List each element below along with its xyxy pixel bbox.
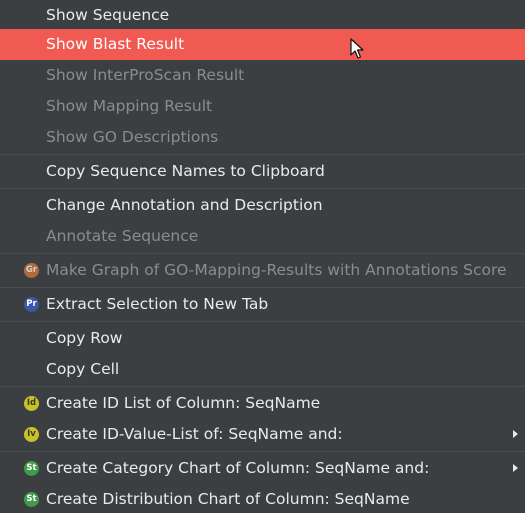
- menu-separator: [0, 386, 525, 387]
- menu-item-create-distribution-chart[interactable]: St Create Distribution Chart of Column: …: [0, 484, 525, 513]
- menu-item-label: Make Graph of GO-Mapping-Results with An…: [46, 261, 507, 279]
- menu-item-label: Create Category Chart of Column: SeqName…: [46, 459, 430, 477]
- menu-separator: [0, 451, 525, 452]
- project-icon: Pr: [24, 297, 39, 312]
- menu-separator: [0, 321, 525, 322]
- menu-item-show-interproscan-result: Show InterProScan Result: [0, 60, 525, 91]
- menu-item-copy-sequence-names[interactable]: Copy Sequence Names to Clipboard: [0, 156, 525, 187]
- mouse-pointer-icon: [350, 38, 364, 59]
- menu-item-label: Show Blast Result: [46, 35, 185, 53]
- menu-item-show-go-descriptions: Show GO Descriptions: [0, 122, 525, 153]
- id-list-icon: Id: [24, 396, 39, 411]
- menu-item-copy-cell[interactable]: Copy Cell: [0, 354, 525, 385]
- chevron-right-icon: [513, 430, 518, 438]
- menu-separator: [0, 188, 525, 189]
- menu-item-create-category-chart[interactable]: St Create Category Chart of Column: SeqN…: [0, 453, 525, 484]
- menu-item-label: Show Sequence: [46, 6, 170, 24]
- menu-item-label: Annotate Sequence: [46, 227, 199, 245]
- menu-item-make-graph: Gr Make Graph of GO-Mapping-Results with…: [0, 255, 525, 286]
- menu-item-label: Create Distribution Chart of Column: Seq…: [46, 490, 410, 508]
- menu-item-label: Create ID-Value-List of: SeqName and:: [46, 425, 343, 443]
- menu-item-label: Copy Sequence Names to Clipboard: [46, 162, 325, 180]
- chevron-right-icon: [513, 464, 518, 472]
- menu-item-label: Extract Selection to New Tab: [46, 295, 269, 313]
- menu-item-show-blast-result[interactable]: Show Blast Result: [0, 29, 525, 60]
- menu-item-create-id-list[interactable]: Id Create ID List of Column: SeqName: [0, 388, 525, 419]
- menu-separator: [0, 253, 525, 254]
- menu-separator: [0, 154, 525, 155]
- menu-item-label: Show Mapping Result: [46, 97, 213, 115]
- graph-icon: Gr: [24, 263, 39, 278]
- menu-item-label: Show InterProScan Result: [46, 66, 245, 84]
- menu-item-change-annotation[interactable]: Change Annotation and Description: [0, 190, 525, 221]
- id-value-list-icon: Iv: [24, 427, 39, 442]
- menu-item-create-id-value-list[interactable]: Iv Create ID-Value-List of: SeqName and:: [0, 419, 525, 450]
- menu-item-label: Change Annotation and Description: [46, 196, 323, 214]
- menu-item-label: Show GO Descriptions: [46, 128, 219, 146]
- context-menu: Show Sequence Show Blast Result Show Int…: [0, 0, 525, 513]
- menu-item-show-sequence[interactable]: Show Sequence: [0, 0, 525, 31]
- statistics-icon: St: [24, 461, 39, 476]
- statistics-icon: St: [24, 492, 39, 507]
- menu-item-copy-row[interactable]: Copy Row: [0, 323, 525, 354]
- menu-item-extract-selection[interactable]: Pr Extract Selection to New Tab: [0, 289, 525, 320]
- menu-separator: [0, 287, 525, 288]
- menu-item-label: Create ID List of Column: SeqName: [46, 394, 321, 412]
- menu-item-show-mapping-result: Show Mapping Result: [0, 91, 525, 122]
- menu-item-label: Copy Row: [46, 329, 123, 347]
- menu-item-label: Copy Cell: [46, 360, 120, 378]
- menu-item-annotate-sequence: Annotate Sequence: [0, 221, 525, 252]
